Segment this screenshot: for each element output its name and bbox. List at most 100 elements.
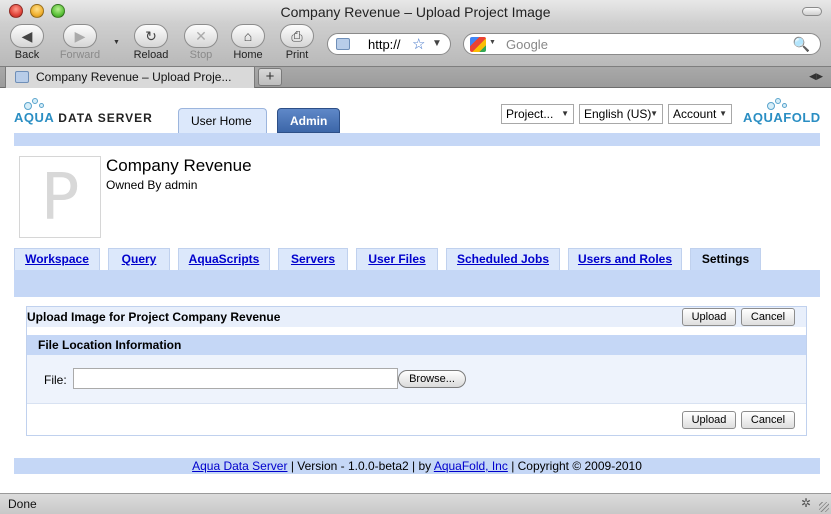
address-input[interactable]: http:// bbox=[368, 37, 401, 52]
file-location-body: File: Browse... bbox=[27, 355, 806, 403]
upload-panel-header: Upload Image for Project Company Revenue… bbox=[27, 307, 806, 327]
language-select-label: English (US) bbox=[584, 107, 652, 121]
tab-aquascripts[interactable]: AquaScripts bbox=[178, 248, 270, 270]
stop-button[interactable]: ✕ Stop bbox=[177, 24, 225, 61]
tab-scheduled-jobs-link[interactable]: Scheduled Jobs bbox=[457, 252, 549, 266]
aquafold-aqua-text: AQUA bbox=[743, 110, 784, 125]
aqua-data-server-link[interactable]: Aqua Data Server bbox=[192, 459, 287, 473]
project-select-label: Project... bbox=[506, 107, 554, 121]
file-location-header: File Location Information bbox=[27, 335, 806, 355]
browser-tab-title: Company Revenue – Upload Proje... bbox=[36, 70, 232, 84]
aquafold-fold-text: FOLD bbox=[783, 110, 821, 125]
address-dropdown-icon[interactable]: ▼ bbox=[432, 38, 442, 49]
home-label: Home bbox=[233, 49, 263, 61]
tab-users-and-roles-link[interactable]: Users and Roles bbox=[578, 252, 672, 266]
print-label: Print bbox=[285, 49, 309, 61]
status-bar: Done ✲ bbox=[0, 493, 831, 514]
back-arrow-icon: ◀ bbox=[10, 24, 44, 48]
tab-servers-link[interactable]: Servers bbox=[291, 252, 335, 266]
activity-icon: ✲ bbox=[800, 496, 811, 510]
upload-button-top[interactable]: Upload bbox=[682, 308, 736, 326]
engine-dropdown-icon[interactable]: ▼ bbox=[489, 39, 496, 46]
project-title: Company Revenue bbox=[106, 156, 252, 175]
page-icon bbox=[336, 38, 350, 50]
project-image-letter: P bbox=[40, 161, 80, 235]
tab-content-band bbox=[14, 270, 820, 297]
aquafold-link[interactable]: AquaFold, Inc bbox=[434, 459, 508, 473]
footer-version-text: | Version - 1.0.0-beta2 | by bbox=[287, 459, 434, 473]
search-icon[interactable]: 🔍 bbox=[793, 36, 810, 53]
new-tab-button[interactable]: + bbox=[258, 68, 282, 86]
google-engine-icon[interactable] bbox=[470, 37, 486, 52]
bookmark-star-icon[interactable]: ☆ bbox=[412, 35, 425, 53]
upload-panel-footer: Upload Cancel bbox=[27, 403, 806, 435]
home-button[interactable]: ⌂ Home bbox=[224, 24, 272, 61]
history-dropdown-icon[interactable]: ▼ bbox=[113, 39, 120, 46]
tab-workspace[interactable]: Workspace bbox=[14, 248, 100, 270]
account-select-label: Account bbox=[673, 107, 717, 121]
upload-panel: Upload Image for Project Company Revenue… bbox=[26, 306, 807, 436]
forward-arrow-icon: ▶ bbox=[63, 24, 97, 48]
project-image: P bbox=[19, 156, 101, 238]
file-field-label: File: bbox=[44, 373, 67, 387]
window-titlebar: Company Revenue – Upload Project Image bbox=[0, 0, 831, 23]
file-path-input[interactable] bbox=[73, 368, 398, 389]
aqua-data-server-logo[interactable]: AQUA DATA SERVER bbox=[14, 98, 153, 125]
browser-tab[interactable]: Company Revenue – Upload Proje... bbox=[5, 67, 255, 88]
back-label: Back bbox=[14, 49, 40, 61]
cancel-button-bottom[interactable]: Cancel bbox=[741, 411, 795, 429]
print-button[interactable]: ⎙ Print bbox=[273, 24, 321, 61]
chevron-down-icon: ▼ bbox=[719, 109, 727, 118]
footer-copyright-text: | Copyright © 2009-2010 bbox=[507, 459, 642, 473]
navigation-toolbar: ◀ Back ▶ Forward ▼ ↻ Reload ✕ Stop ⌂ Hom… bbox=[0, 23, 831, 66]
page-icon bbox=[15, 71, 29, 83]
address-bar[interactable]: http:// ☆ ▼ bbox=[327, 33, 451, 55]
upload-panel-title: Upload Image for Project Company Revenue bbox=[27, 310, 281, 324]
bubbles-icon bbox=[767, 98, 793, 110]
project-select[interactable]: Project... ▼ bbox=[501, 104, 574, 124]
header-band bbox=[14, 133, 820, 146]
tab-query-link[interactable]: Query bbox=[122, 252, 157, 266]
tab-aquascripts-link[interactable]: AquaScripts bbox=[189, 252, 260, 266]
search-input[interactable]: Google bbox=[506, 37, 548, 52]
project-owner: Owned By admin bbox=[106, 178, 198, 192]
web-page: AQUA DATA SERVER User Home Admin Project.… bbox=[0, 88, 831, 493]
stop-icon: ✕ bbox=[184, 24, 218, 48]
cancel-button-top[interactable]: Cancel bbox=[741, 308, 795, 326]
browser-tab-strip: Company Revenue – Upload Proje... + ◀▶ bbox=[0, 66, 831, 88]
tab-user-files-link[interactable]: User Files bbox=[368, 252, 425, 266]
back-button[interactable]: ◀ Back bbox=[3, 24, 51, 61]
toolbar-toggle-button[interactable] bbox=[802, 7, 822, 16]
browse-button[interactable]: Browse... bbox=[398, 370, 466, 388]
home-icon: ⌂ bbox=[231, 24, 265, 48]
chevron-down-icon: ▼ bbox=[561, 109, 569, 118]
forward-button[interactable]: ▶ Forward bbox=[56, 24, 104, 61]
tab-list-icon[interactable]: ◀▶ bbox=[809, 71, 823, 82]
tab-user-files[interactable]: User Files bbox=[356, 248, 438, 270]
tab-admin[interactable]: Admin bbox=[277, 108, 340, 133]
forward-label: Forward bbox=[59, 49, 101, 61]
reload-button[interactable]: ↻ Reload bbox=[127, 24, 175, 61]
tab-query[interactable]: Query bbox=[108, 248, 170, 270]
upload-button-bottom[interactable]: Upload bbox=[682, 411, 736, 429]
tab-user-home[interactable]: User Home bbox=[178, 108, 267, 133]
search-bar[interactable]: ▼ Google 🔍 bbox=[463, 33, 821, 55]
tab-users-and-roles[interactable]: Users and Roles bbox=[568, 248, 682, 270]
logo-rest-text: DATA SERVER bbox=[58, 111, 153, 125]
account-select[interactable]: Account ▼ bbox=[668, 104, 732, 124]
tab-servers[interactable]: Servers bbox=[278, 248, 348, 270]
tab-settings[interactable]: Settings bbox=[690, 248, 761, 270]
file-location-title: File Location Information bbox=[38, 338, 182, 352]
status-text: Done bbox=[8, 497, 37, 511]
reload-label: Reload bbox=[133, 49, 169, 61]
bubbles-icon bbox=[24, 98, 50, 110]
page-footer: Aqua Data Server | Version - 1.0.0-beta2… bbox=[14, 458, 820, 474]
tab-workspace-link[interactable]: Workspace bbox=[25, 252, 89, 266]
resize-grip-icon[interactable] bbox=[819, 502, 829, 512]
tab-scheduled-jobs[interactable]: Scheduled Jobs bbox=[446, 248, 560, 270]
aquafold-logo[interactable]: AQUAFOLD bbox=[743, 98, 821, 125]
window-title: Company Revenue – Upload Project Image bbox=[280, 4, 551, 20]
reload-icon: ↻ bbox=[134, 24, 168, 48]
language-select[interactable]: English (US) ▼ bbox=[579, 104, 663, 124]
chevron-down-icon: ▼ bbox=[650, 109, 658, 118]
